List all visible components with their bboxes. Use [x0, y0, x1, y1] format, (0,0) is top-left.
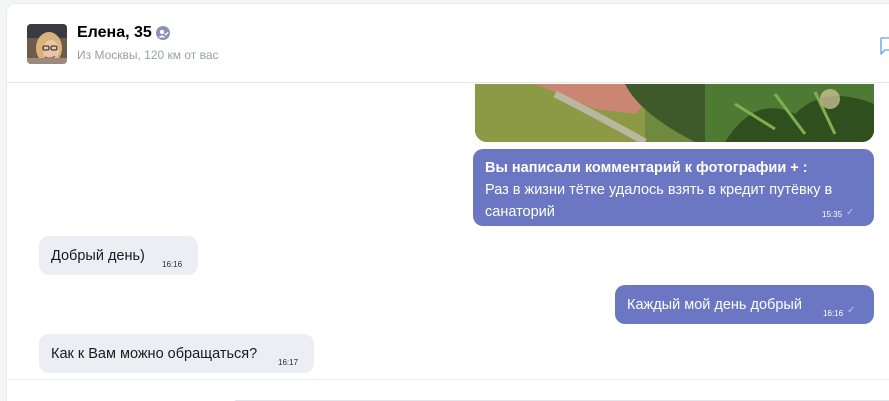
message-time: 16:16 [162, 260, 183, 269]
message-text: Раз в жизни тётке удалось взять в кредит… [485, 182, 833, 220]
chat-bubble-icon[interactable] [879, 36, 889, 56]
message-time: 16:17 [278, 358, 299, 367]
read-check-icon: ✓ [847, 305, 856, 316]
read-check-icon: ✓ [846, 207, 855, 218]
contact-location: Из Москвы, 120 км от вас [77, 48, 219, 62]
message-time: 16:16 [823, 309, 844, 318]
message-text: Как к Вам можно обращаться? [51, 346, 258, 362]
message-text: Добрый день) [51, 248, 145, 264]
message-bubble-incoming: Как к Вам можно обращаться? 16:17 [39, 334, 314, 373]
avatar[interactable] [27, 24, 67, 64]
shared-photo[interactable] [475, 84, 874, 142]
message-bubble-outgoing: Каждый мой день добрый 16:16 ✓ [615, 285, 874, 324]
message-bubble-outgoing: Вы написали комментарий к фотографии + :… [473, 149, 874, 226]
message-title: Вы написали комментарий к фотографии + : [485, 160, 808, 176]
chat-panel: Елена, 35 Из Москвы, 120 км от вас Вы на… [7, 4, 889, 401]
message-text: Каждый мой день добрый [627, 297, 802, 313]
verified-badge-icon [156, 26, 170, 40]
avatar-image [27, 24, 67, 64]
message-time: 15:35 [822, 210, 843, 219]
message-bubble-incoming: Добрый день) 16:16 [39, 236, 198, 275]
chat-header: Елена, 35 Из Москвы, 120 км от вас [7, 4, 889, 83]
contact-name[interactable]: Елена, 35 [77, 24, 152, 42]
composer-divider [7, 379, 889, 380]
